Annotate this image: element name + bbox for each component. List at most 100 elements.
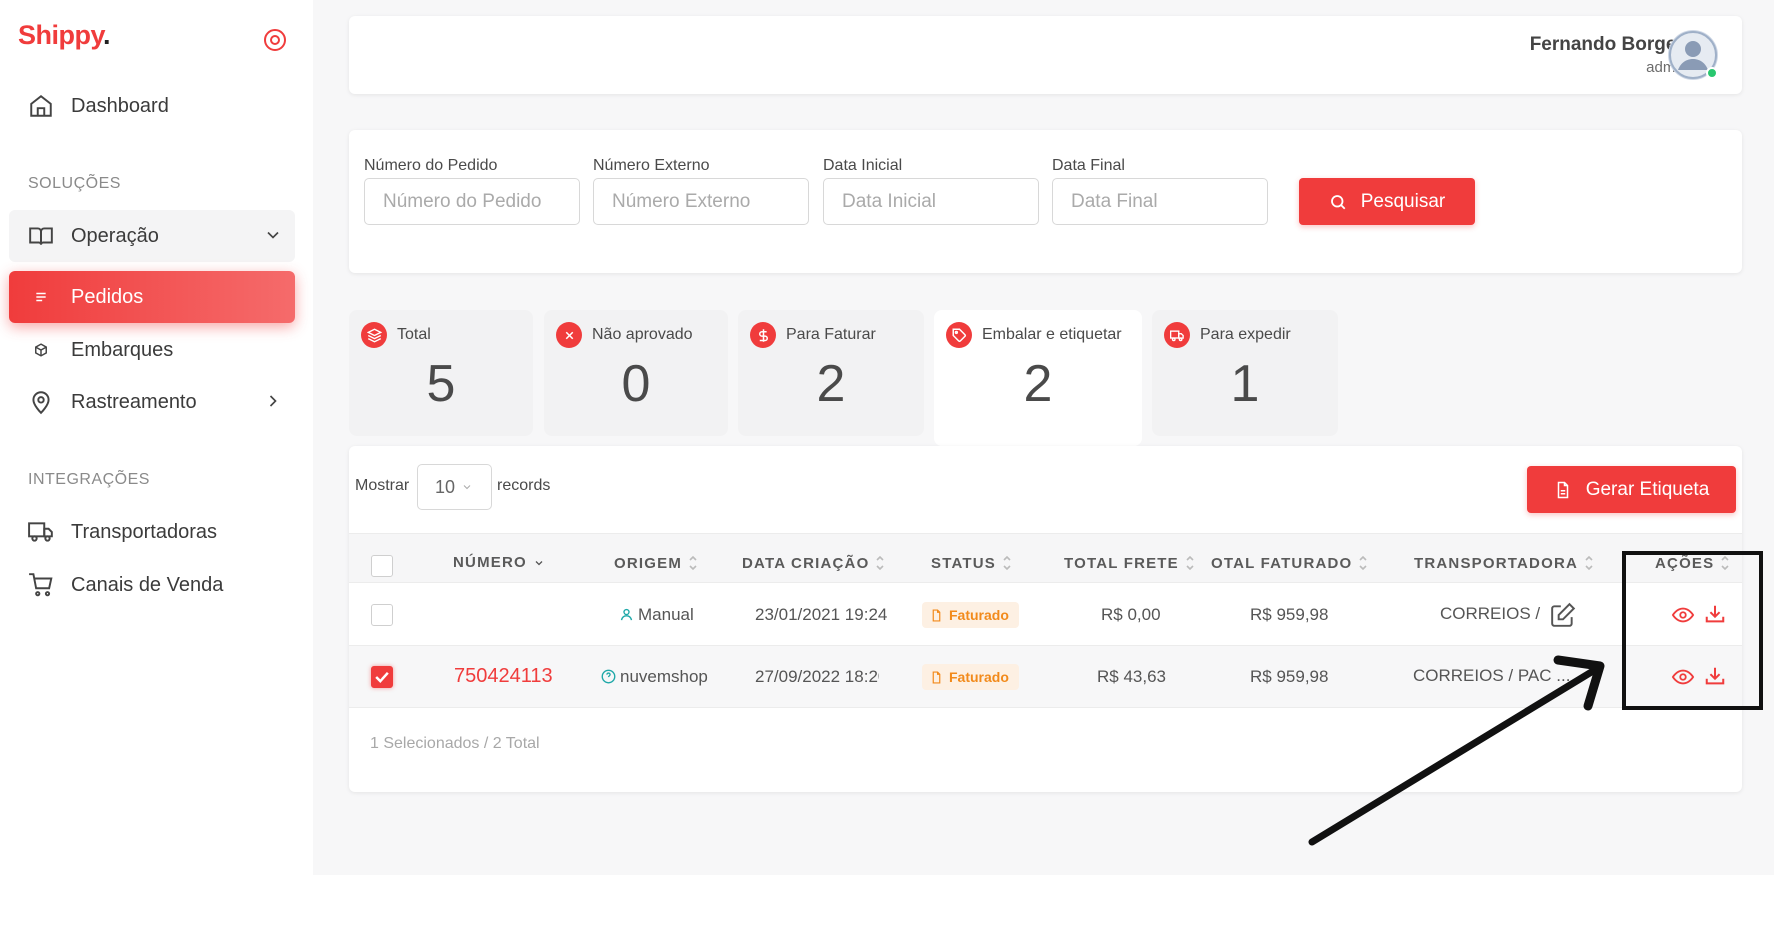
gerar-etiqueta-label: Gerar Etiqueta: [1585, 478, 1710, 500]
stat-nao-aprovado[interactable]: Não aprovado 0: [544, 310, 728, 436]
list-icon: [27, 283, 55, 311]
sidebar-item-canais-de-venda[interactable]: Canais de Venda: [9, 559, 295, 611]
sidebar-item-embarques[interactable]: Embarques: [9, 324, 295, 376]
sidebar-item-label: Operação: [71, 224, 159, 247]
section-label-solucoes: SOLUÇÕES: [28, 175, 121, 192]
sidebar-item-label: Dashboard: [71, 94, 169, 117]
numero-pedido-label: Número do Pedido: [364, 157, 498, 174]
truck-icon: [1164, 322, 1190, 348]
records-label: records: [497, 477, 551, 494]
sort-icon: [1359, 555, 1368, 571]
stat-label: Para expedir: [1200, 326, 1291, 343]
selection-summary: 1 Selecionados / 2 Total: [370, 735, 540, 752]
gerar-etiqueta-button[interactable]: Gerar Etiqueta: [1527, 466, 1736, 513]
order-created-date: 27/09/2022 18:20: [755, 667, 879, 686]
data-inicial-label: Data Inicial: [823, 157, 903, 174]
order-origin: nuvemshop: [601, 667, 708, 687]
stat-embalar-e-etiquetar[interactable]: Embalar e etiquetar 2: [934, 310, 1142, 446]
file-icon: [932, 670, 941, 684]
numero-externo-label: Número Externo: [593, 157, 710, 174]
select-all-checkbox[interactable]: [371, 555, 393, 577]
tag-icon: [946, 322, 972, 348]
order-total-frete: R$ 0,00: [1101, 605, 1161, 624]
annotation-arrow-icon: [1308, 655, 1605, 846]
checkmark-icon: [375, 671, 389, 683]
stat-value: 1: [1230, 355, 1260, 413]
numero-externo-input[interactable]: Número Externo: [593, 178, 809, 225]
stat-label: Para Faturar: [786, 326, 876, 343]
sidebar-item-dashboard[interactable]: Dashboard: [9, 80, 295, 132]
map-pin-icon: [27, 388, 55, 416]
help-circle-icon: [601, 669, 616, 684]
search-icon: [1330, 194, 1346, 209]
sort-icon: [1003, 555, 1011, 571]
column-header-data-criacao[interactable]: DATA CRIAÇÃO: [742, 554, 885, 572]
column-header-numero[interactable]: NÚMERO: [453, 554, 545, 571]
order-total-faturado: R$ 959,98: [1250, 605, 1329, 624]
sort-icon: [1186, 555, 1194, 571]
page-size-value: 10: [435, 476, 456, 497]
cart-icon: [27, 571, 55, 599]
numero-pedido-input[interactable]: Número do Pedido: [364, 178, 580, 225]
data-final-input[interactable]: Data Final: [1052, 178, 1268, 225]
row-checkbox[interactable]: [371, 666, 393, 688]
sort-icon: [689, 555, 697, 571]
truck-icon: [27, 518, 55, 546]
dollar-icon: [750, 322, 776, 348]
column-header-origem[interactable]: ORIGEM: [614, 554, 698, 572]
chevron-right-icon: [269, 395, 277, 407]
stat-value: 0: [621, 355, 651, 413]
home-icon: [27, 92, 55, 120]
package-icon: [27, 336, 55, 364]
x-circle-icon: [556, 322, 582, 348]
stat-para-expedir[interactable]: Para expedir 1: [1152, 310, 1338, 436]
section-label-integracoes: INTEGRAÇÕES: [28, 471, 150, 488]
status-badge: Faturado: [922, 664, 1019, 690]
row-checkbox[interactable]: [371, 604, 393, 626]
column-header-total-frete[interactable]: TOTAL FRETE: [1064, 554, 1195, 572]
data-final-label: Data Final: [1052, 157, 1125, 174]
sidebar-item-operacao[interactable]: Operação: [9, 210, 295, 262]
sort-icon: [876, 555, 885, 571]
user-name: Fernando Borges: [1529, 34, 1687, 55]
column-header-transportadora[interactable]: TRANSPORTADORA: [1414, 554, 1594, 572]
book-icon: [27, 222, 55, 250]
stat-label: Total: [397, 326, 431, 343]
target-icon[interactable]: [263, 28, 287, 52]
column-header-total-faturado[interactable]: OTAL FATURADO: [1211, 554, 1368, 572]
chevron-down-icon: [463, 485, 471, 490]
order-transportadora: CORREIOS /: [1440, 604, 1541, 623]
chevron-down-icon: [267, 231, 279, 239]
page-size-select[interactable]: 10: [417, 464, 492, 510]
order-created-date: 23/01/2021 19:24: [755, 605, 888, 624]
search-button-label: Pesquisar: [1360, 190, 1446, 212]
annotation-highlight-box: [1622, 551, 1763, 710]
table-row[interactable]: Manual 23/01/2021 19:24 Faturado R$ 0,00…: [349, 584, 1742, 646]
stat-para-faturar[interactable]: Para Faturar 2: [738, 310, 924, 436]
data-inicial-input[interactable]: Data Inicial: [823, 178, 1039, 225]
stat-label: Embalar e etiquetar: [982, 326, 1122, 343]
file-icon: [932, 608, 941, 622]
status-badge: Faturado: [922, 602, 1019, 628]
online-status-dot: [1706, 67, 1718, 79]
order-number[interactable]: 750424113: [454, 665, 553, 688]
edit-icon[interactable]: [1550, 602, 1576, 628]
stat-total[interactable]: Total 5: [349, 310, 533, 436]
order-origin: Manual: [619, 605, 694, 625]
stat-value: 5: [426, 355, 456, 413]
sort-icon: [1585, 555, 1593, 571]
sidebar: Shippy. Dashboard SOLUÇÕES Operação Pedi…: [0, 0, 313, 875]
layers-icon: [361, 322, 387, 348]
sidebar-item-label: Transportadoras: [71, 520, 217, 543]
sidebar-item-label: Embarques: [71, 338, 174, 361]
sidebar-item-transportadoras[interactable]: Transportadoras: [9, 506, 295, 558]
stat-value: 2: [816, 355, 846, 413]
brand-logo[interactable]: Shippy.: [18, 20, 111, 51]
column-header-status[interactable]: STATUS: [931, 554, 1012, 572]
show-label: Mostrar: [355, 477, 410, 494]
sidebar-item-rastreamento[interactable]: Rastreamento: [9, 376, 295, 428]
search-button[interactable]: Pesquisar: [1299, 178, 1475, 225]
sidebar-item-label: Rastreamento: [71, 390, 197, 413]
sidebar-item-label: Pedidos: [71, 285, 144, 308]
sidebar-item-pedidos[interactable]: Pedidos: [9, 271, 295, 323]
